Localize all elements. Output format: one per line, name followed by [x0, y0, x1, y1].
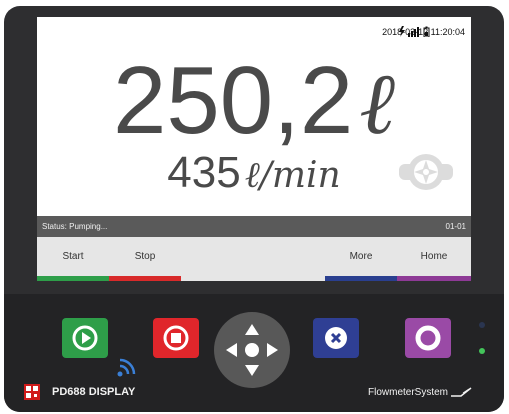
- stop-button[interactable]: [153, 318, 199, 358]
- circle-icon: [415, 325, 441, 351]
- qr-logo-icon: [24, 384, 40, 400]
- softkey-start[interactable]: Start: [37, 237, 109, 281]
- play-icon: [72, 325, 98, 351]
- rate-unit: ℓ/min: [244, 155, 341, 196]
- datetime-label: 2018-03-12 11:20:04: [382, 27, 465, 37]
- stop-icon: [163, 325, 189, 351]
- dpad-arrows-icon: [226, 324, 278, 376]
- arrow-left-icon: [226, 343, 237, 357]
- arrow-down-icon: [245, 365, 259, 376]
- display-screen: 2018-03-12 11:20:04 250,2ℓ 435 ℓ/min Stat…: [37, 17, 471, 281]
- menu-button[interactable]: [405, 318, 451, 358]
- status-bar: Status: Pumping... 01-01: [37, 216, 471, 237]
- status-text: Status: Pumping...: [42, 222, 108, 231]
- softkey-home-label: Home: [420, 251, 448, 262]
- total-volume-readout: 250,2ℓ: [37, 53, 471, 149]
- softkey-more[interactable]: More: [325, 237, 397, 281]
- cancel-button[interactable]: [313, 318, 359, 358]
- brand-text: FlowmeterSystem: [368, 387, 449, 398]
- direction-pad[interactable]: [214, 312, 290, 388]
- arrow-up-icon: [245, 324, 259, 335]
- flow-meter-icon: [399, 154, 453, 190]
- softkey-start-color-bar: [37, 276, 109, 281]
- page-indicator: 01-01: [445, 222, 466, 231]
- softkey-home-color-bar: [397, 276, 471, 281]
- softkey-stop-color-bar: [109, 276, 181, 281]
- wireless-icon: [117, 358, 136, 377]
- status-led-bottom: [479, 348, 485, 354]
- volume-unit: ℓ: [359, 54, 396, 154]
- softkey-more-label: More: [349, 251, 373, 262]
- softkey-stop-label: Stop: [134, 251, 156, 262]
- softkey-more-color-bar: [325, 276, 397, 281]
- play-button[interactable]: [62, 318, 108, 358]
- status-led-top: [479, 322, 485, 328]
- softkey-bar: Start Stop More Home: [37, 237, 471, 281]
- brand-label: FlowmeterSystem: [368, 387, 473, 398]
- softkey-empty-1[interactable]: [181, 237, 253, 281]
- model-label: PD688 DISPLAY: [52, 386, 136, 398]
- arrow-right-icon: [267, 343, 278, 357]
- brand-logo-icon: [450, 387, 472, 398]
- x-icon: [325, 327, 347, 349]
- volume-value: 250,2: [112, 47, 354, 154]
- rate-value: 435: [167, 148, 241, 197]
- softkey-stop[interactable]: Stop: [109, 237, 181, 281]
- center-select-icon: [245, 343, 259, 357]
- softkey-home[interactable]: Home: [397, 237, 471, 281]
- softkey-start-label: Start: [62, 251, 84, 262]
- softkey-empty-2[interactable]: [253, 237, 325, 281]
